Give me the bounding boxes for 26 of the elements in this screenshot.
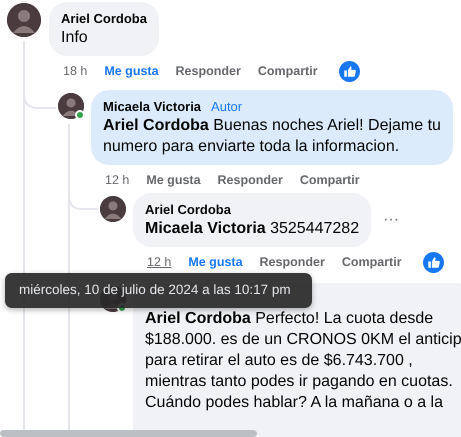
- comment-text: Ariel Cordoba Buenas noches Ariel! Dejame tu numero para enviarte toda la informacion.: [103, 116, 441, 157]
- timestamp-link[interactable]: 12 h: [147, 252, 172, 272]
- timestamp-tooltip: miércoles, 10 de julio de 2024 a las 10:17 pm: [5, 273, 312, 308]
- reply-button[interactable]: Responder: [218, 170, 283, 190]
- avatar[interactable]: [58, 93, 84, 119]
- comment-text: Info: [61, 28, 89, 48]
- comment-text: Ariel Cordoba Perfecto! La cuota desde $188.000. es de un CRONOS 0KM el anticip para retirar el auto es de $6.743.700 , mientras tanto podes ir pagando en cuotas. Cuándo podes hablar? A la mañana o a la: [145, 309, 461, 413]
- author-label: Autor: [211, 98, 242, 115]
- like-button[interactable]: Me gusta: [188, 252, 243, 272]
- scrollbar[interactable]: [0, 430, 257, 437]
- reply-button[interactable]: Responder: [260, 252, 325, 272]
- share-button[interactable]: Compartir: [258, 62, 318, 80]
- avatar[interactable]: [100, 196, 126, 222]
- timestamp-link[interactable]: 12 h: [105, 170, 130, 190]
- comment-text: Micaela Victoria 3525447282: [145, 219, 360, 239]
- author-name[interactable]: Ariel Cordoba: [61, 10, 147, 27]
- author-name[interactable]: Micaela Victoria: [103, 98, 202, 115]
- like-button[interactable]: Me gusta: [104, 62, 159, 80]
- more-options-button[interactable]: ···: [379, 208, 404, 232]
- share-button[interactable]: Compartir: [342, 252, 402, 272]
- author-name[interactable]: Ariel Cordoba: [145, 201, 231, 218]
- reply-button[interactable]: Responder: [176, 62, 241, 80]
- avatar[interactable]: [7, 3, 41, 37]
- share-button[interactable]: Compartir: [300, 170, 360, 190]
- like-button[interactable]: Me gusta: [146, 170, 201, 190]
- timestamp-link[interactable]: 18 h: [63, 62, 88, 80]
